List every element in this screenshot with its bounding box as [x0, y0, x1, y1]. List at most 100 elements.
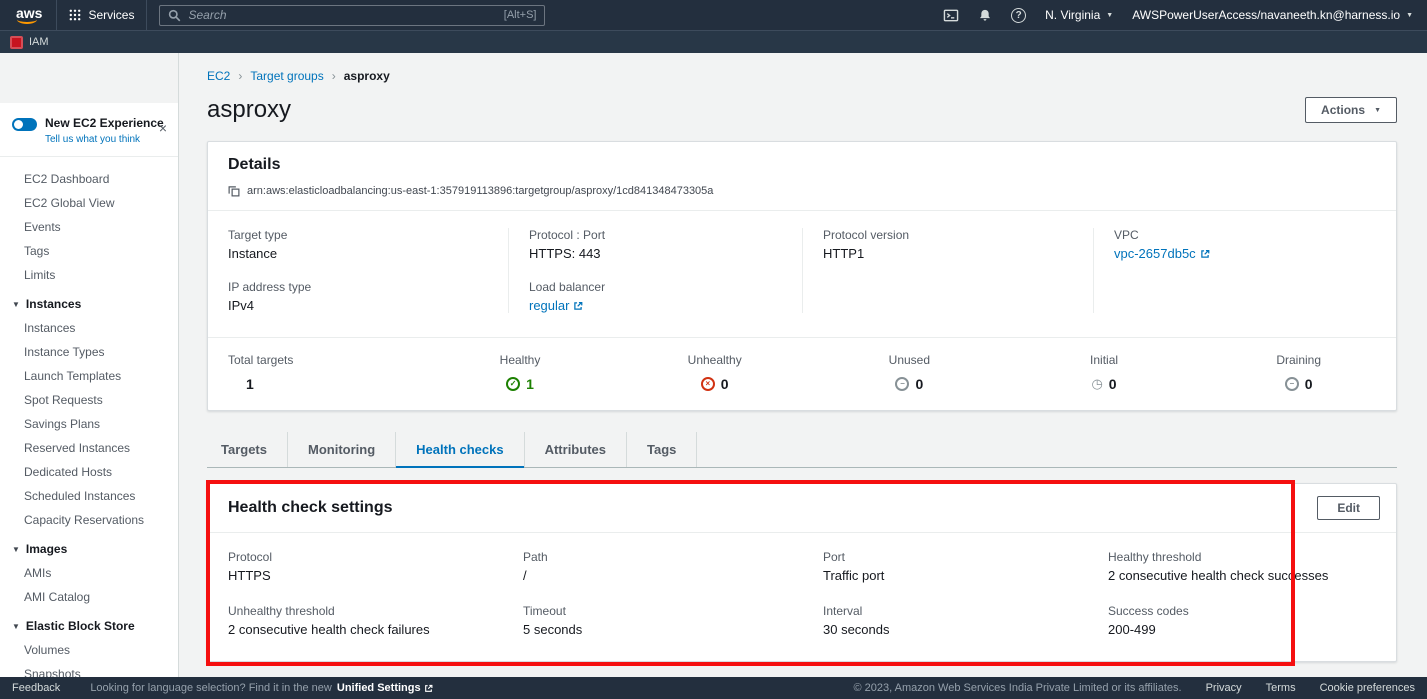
field-label: Success codes [1108, 604, 1376, 618]
sidebar-item-snapshots[interactable]: Snapshots [0, 662, 178, 677]
aws-logo[interactable]: aws [10, 5, 56, 25]
footer: Feedback Looking for language selection?… [0, 677, 1427, 699]
search-bar[interactable]: [Alt+S] [159, 5, 545, 26]
tab-monitoring[interactable]: Monitoring [288, 432, 396, 467]
favorite-iam[interactable]: IAM [10, 36, 49, 49]
sidebar-item-instances[interactable]: Instances [0, 316, 178, 340]
unhealthy-status-icon: × [701, 377, 715, 391]
sidebar-section-elastic-block-store[interactable]: ▼ Elastic Block Store [0, 609, 178, 638]
caret-down-icon: ▼ [1406, 12, 1413, 19]
count-label: Initial [1007, 353, 1202, 367]
caret-down-icon: ▼ [12, 545, 20, 554]
caret-down-icon: ▼ [12, 622, 20, 631]
banner-title: New EC2 Experience [45, 116, 164, 130]
field-label: Healthy threshold [1108, 550, 1376, 564]
external-link-icon[interactable] [1200, 249, 1210, 259]
caret-down-icon: ▼ [12, 300, 20, 309]
caret-down-icon: ▼ [1106, 12, 1113, 19]
health-check-settings-card: Health check settings Edit Protocol HTTP… [207, 483, 1397, 662]
field-value: Instance [228, 246, 488, 261]
grid-icon [69, 9, 81, 21]
sidebar-item-amis[interactable]: AMIs [0, 561, 178, 585]
breadcrumb-separator: › [238, 69, 242, 83]
breadcrumb: EC2 › Target groups › asproxy [207, 69, 1397, 83]
sidebar-item-ami-catalog[interactable]: AMI Catalog [0, 585, 178, 609]
sidebar-item-savings-plans[interactable]: Savings Plans [0, 412, 178, 436]
field-label: Port [823, 550, 1068, 564]
field-value: 30 seconds [823, 622, 1068, 637]
sidebar-item-launch-templates[interactable]: Launch Templates [0, 364, 178, 388]
count-label: Unused [812, 353, 1007, 367]
sidebar-item-capacity-reservations[interactable]: Capacity Reservations [0, 508, 178, 532]
sidebar-item-ec2-dashboard[interactable]: EC2 Dashboard [0, 167, 178, 191]
tab-bar: Targets Monitoring Health checks Attribu… [207, 432, 1397, 468]
close-icon[interactable]: × [159, 121, 167, 135]
field-value: IPv4 [228, 298, 488, 313]
sidebar-item-scheduled-instances[interactable]: Scheduled Instances [0, 484, 178, 508]
tab-attributes[interactable]: Attributes [525, 432, 627, 467]
sidebar-item-dedicated-hosts[interactable]: Dedicated Hosts [0, 460, 178, 484]
field-value: HTTPS [228, 568, 483, 583]
draining-value: 0 [1305, 376, 1313, 392]
field-label: Target type [228, 228, 488, 242]
services-menu[interactable]: Services [56, 0, 147, 30]
sidebar-section-instances[interactable]: ▼ Instances [0, 287, 178, 316]
main-content: EC2 › Target groups › asproxy asproxy Ac… [180, 53, 1427, 677]
external-link-icon [424, 684, 433, 693]
initial-status-icon: ◷ [1091, 377, 1102, 391]
copy-icon[interactable] [228, 185, 240, 197]
field-label: Load balancer [529, 280, 782, 294]
sidebar-item-reserved-instances[interactable]: Reserved Instances [0, 436, 178, 460]
tab-targets[interactable]: Targets [207, 432, 288, 467]
tab-health-checks[interactable]: Health checks [396, 432, 524, 467]
count-label: Healthy [423, 353, 618, 367]
sidebar-item-volumes[interactable]: Volumes [0, 638, 178, 662]
page-title: asproxy [207, 96, 291, 124]
tab-tags[interactable]: Tags [627, 432, 697, 467]
sidebar-section-images[interactable]: ▼ Images [0, 532, 178, 561]
breadcrumb-ec2[interactable]: EC2 [207, 69, 230, 83]
unified-settings-link[interactable]: Unified Settings [337, 682, 433, 694]
sidebar-item-instance-types[interactable]: Instance Types [0, 340, 178, 364]
privacy-link[interactable]: Privacy [1206, 682, 1242, 694]
favorites-bar: IAM [0, 30, 1427, 53]
field-value: HTTPS: 443 [529, 246, 782, 261]
help-icon[interactable]: ? [1011, 8, 1026, 23]
language-text: Looking for language selection? Find it … [90, 682, 332, 694]
region-selector[interactable]: N. Virginia ▼ [1045, 8, 1113, 22]
aws-logo-text: aws [16, 5, 42, 21]
field-label: Protocol version [823, 228, 1073, 242]
search-shortcut: [Alt+S] [504, 9, 537, 21]
field-value: Traffic port [823, 568, 1068, 583]
unused-value: 0 [915, 376, 923, 392]
sidebar-item-ec2-global-view[interactable]: EC2 Global View [0, 191, 178, 215]
sidebar-item-limits[interactable]: Limits [0, 263, 178, 287]
feedback-link[interactable]: Feedback [12, 682, 60, 694]
cookie-preferences-link[interactable]: Cookie preferences [1320, 682, 1415, 694]
terms-link[interactable]: Terms [1266, 682, 1296, 694]
new-experience-toggle[interactable] [12, 118, 37, 131]
initial-value: 0 [1109, 376, 1117, 392]
iam-label: IAM [29, 36, 49, 48]
sidebar-item-events[interactable]: Events [0, 215, 178, 239]
cloudshell-icon[interactable] [943, 8, 959, 23]
vpc-link[interactable]: vpc-2657db5c [1114, 246, 1196, 261]
details-title: Details [228, 156, 1376, 174]
sidebar-item-spot-requests[interactable]: Spot Requests [0, 388, 178, 412]
field-label: Protocol : Port [529, 228, 782, 242]
search-input[interactable] [188, 8, 496, 22]
unhealthy-value: 0 [721, 376, 729, 392]
notifications-bell-icon[interactable] [978, 8, 992, 23]
actions-button[interactable]: Actions ▼ [1305, 97, 1397, 123]
external-link-icon[interactable] [573, 301, 583, 311]
breadcrumb-current: asproxy [344, 69, 390, 83]
sidebar-item-tags[interactable]: Tags [0, 239, 178, 263]
field-label: Interval [823, 604, 1068, 618]
load-balancer-link[interactable]: regular [529, 298, 569, 313]
breadcrumb-target-groups[interactable]: Target groups [250, 69, 323, 83]
unused-status-icon: − [895, 377, 909, 391]
banner-subtitle-link[interactable]: Tell us what you think [45, 134, 164, 145]
field-label: Protocol [228, 550, 483, 564]
account-menu[interactable]: AWSPowerUserAccess/navaneeth.kn@harness.… [1132, 8, 1413, 22]
edit-button[interactable]: Edit [1317, 496, 1380, 520]
